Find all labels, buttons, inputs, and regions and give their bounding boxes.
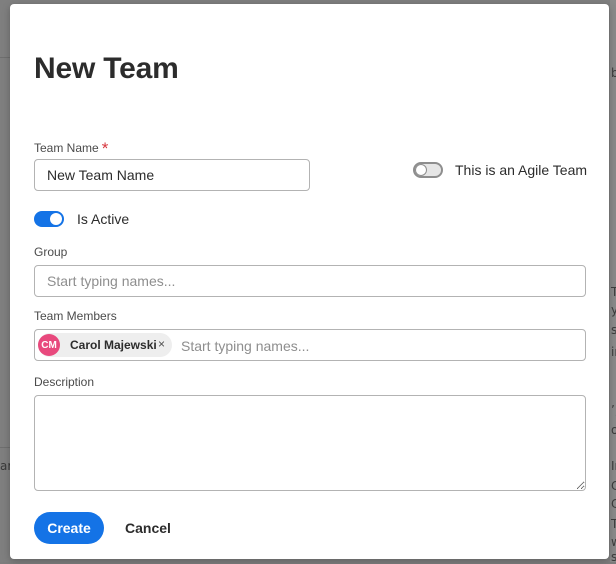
background-text-fragment: In: [611, 459, 616, 473]
team-name-label-text: Team Name: [34, 141, 99, 155]
member-name: Carol Majewski: [70, 338, 157, 352]
background-text-fragment: sil: [611, 323, 616, 337]
agile-team-toggle[interactable]: [413, 162, 443, 178]
description-label: Description: [34, 375, 95, 389]
team-members-label: Team Members: [34, 309, 117, 323]
description-textarea[interactable]: [34, 395, 586, 491]
background-text-fragment: T: [611, 517, 616, 531]
avatar: CM: [38, 334, 60, 356]
group-label: Group: [34, 245, 68, 259]
toggle-knob: [50, 213, 62, 225]
background-right-edge: [610, 0, 616, 562]
member-chip: CM Carol Majewski ×: [38, 333, 172, 357]
background-text-fragment: w: [611, 535, 616, 549]
remove-member-icon[interactable]: ×: [158, 337, 165, 351]
is-active-label: Is Active: [77, 211, 130, 227]
background-text-fragment: C: [611, 497, 616, 511]
new-team-dialog: New Team Team Name* This is an Agile Tea…: [10, 4, 609, 559]
background-text-fragment: Th: [611, 285, 616, 299]
background-text-fragment: C: [611, 479, 616, 493]
team-members-input[interactable]: [179, 331, 573, 361]
background-text-fragment: b: [611, 66, 616, 80]
create-button[interactable]: Create: [34, 512, 104, 544]
required-indicator: *: [101, 139, 109, 158]
dialog-title: New Team: [34, 52, 179, 85]
team-members-field[interactable]: CM Carol Majewski ×: [34, 329, 586, 361]
background-text-fragment: oc: [611, 423, 616, 437]
background-text-fragment: yn: [611, 303, 616, 317]
background-divider: [0, 447, 10, 448]
background-text-fragment: ’,: [611, 403, 616, 417]
background-divider: [0, 57, 10, 58]
background-text-fragment: in: [611, 345, 616, 359]
group-input[interactable]: [34, 265, 586, 297]
agile-team-label: This is an Agile Team: [455, 162, 588, 178]
is-active-toggle[interactable]: [34, 211, 64, 227]
team-name-label: Team Name *: [34, 137, 109, 158]
toggle-knob: [416, 165, 426, 175]
team-name-input[interactable]: [34, 159, 310, 191]
cancel-button[interactable]: Cancel: [118, 512, 178, 544]
